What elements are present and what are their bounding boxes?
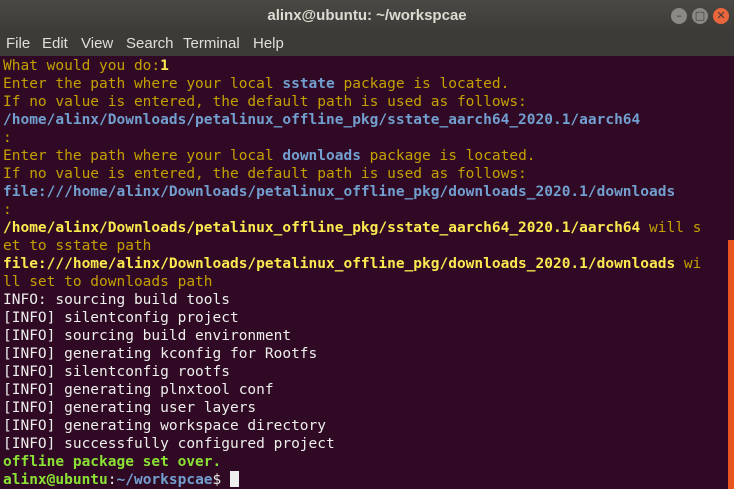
menu-bar: File Edit View Search Terminal Help [0, 32, 734, 56]
terminal-line: [INFO] generating user layers [3, 400, 257, 416]
title-bar: alinx@ubuntu: ~/workspcae – □ ✕ [0, 0, 734, 32]
text-cursor [230, 471, 239, 487]
terminal-line: [INFO] sourcing build environment [3, 328, 292, 344]
terminal-line: [INFO] silentconfig rootfs [3, 364, 230, 380]
close-icon[interactable]: ✕ [713, 8, 729, 24]
menu-view[interactable]: View [81, 32, 113, 56]
terminal-line: [INFO] generating plnxtool conf [3, 382, 274, 398]
terminal-line: [INFO] silentconfig project [3, 310, 239, 326]
terminal-line: [INFO] generating workspace directory [3, 418, 327, 434]
terminal-line: What would you do:1 [3, 58, 169, 74]
terminal-line: INFO: sourcing build tools [3, 292, 230, 308]
menu-search[interactable]: Search [126, 32, 174, 56]
terminal-line: [INFO] generating kconfig for Rootfs [3, 346, 318, 362]
terminal-output[interactable]: What would you do:1 Enter the path where… [0, 56, 734, 489]
prompt-user: alinx@ubuntu [3, 472, 108, 488]
terminal-line: ll set to downloads path [3, 274, 213, 290]
terminal-line: : [3, 202, 12, 218]
terminal-line: /home/alinx/Downloads/petalinux_offline_… [3, 112, 641, 128]
terminal-line: offline package set over. [3, 454, 222, 470]
scrollbar[interactable] [728, 240, 734, 489]
minimize-icon[interactable]: – [671, 8, 687, 24]
maximize-icon[interactable]: □ [692, 8, 708, 24]
shell-prompt[interactable]: alinx@ubuntu:~/workspcae$ [3, 471, 239, 489]
menu-edit[interactable]: Edit [42, 32, 68, 56]
menu-terminal[interactable]: Terminal [183, 32, 240, 56]
terminal-line: [INFO] successfully configured project [3, 436, 335, 452]
terminal-line: file:///home/alinx/Downloads/petalinux_o… [3, 256, 702, 272]
terminal-line: If no value is entered, the default path… [3, 94, 527, 110]
menu-help[interactable]: Help [253, 32, 284, 56]
terminal-line: /home/alinx/Downloads/petalinux_offline_… [3, 220, 702, 236]
terminal-line: If no value is entered, the default path… [3, 166, 527, 182]
menu-file[interactable]: File [6, 32, 30, 56]
terminal-line: Enter the path where your local sstate p… [3, 76, 510, 92]
prompt-path: ~/workspcae [116, 472, 213, 488]
terminal-line: et to sstate path [3, 238, 152, 254]
terminal-line: Enter the path where your local download… [3, 148, 536, 164]
terminal-line: file:///home/alinx/Downloads/petalinux_o… [3, 184, 676, 200]
window-title: alinx@ubuntu: ~/workspcae [267, 7, 467, 24]
terminal-line: : [3, 130, 12, 146]
